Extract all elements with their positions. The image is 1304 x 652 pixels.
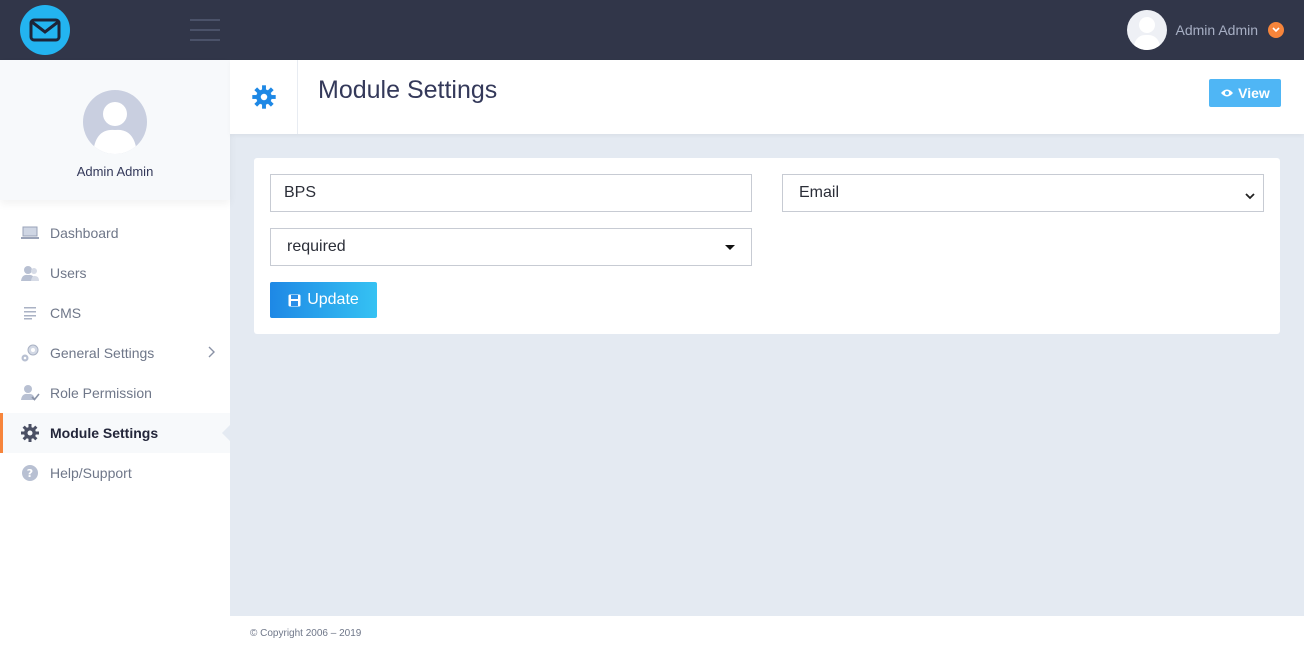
chevron-down-icon[interactable] [1268,22,1284,38]
svg-text:?: ? [27,467,33,480]
required-select-value: required [287,238,346,255]
question-icon: ? [20,463,40,483]
eye-icon [1221,89,1234,97]
gear-icon [230,60,298,134]
type-select-value: Email [799,184,840,201]
sidebar-profile: Admin Admin [0,60,230,200]
sidebar-item-dashboard[interactable]: Dashboard [0,213,230,253]
sidebar: Admin Admin Dashboard Users CMS General … [0,60,230,652]
update-button[interactable]: Update [270,282,377,318]
view-button-label: View [1238,85,1270,101]
user-name: Admin Admin [1175,22,1258,38]
footer: © Copyright 2006 – 2019 [230,616,1304,652]
gears-icon [20,343,40,363]
save-icon [288,294,301,306]
gear-icon [20,423,40,443]
sidebar-item-cms[interactable]: CMS [0,293,230,333]
module-settings-form: BPS Email required Update [254,158,1280,334]
sidebar-item-users[interactable]: Users [0,253,230,293]
user-check-icon [20,383,40,403]
sidebar-item-label: Module Settings [50,425,159,441]
update-button-label: Update [307,291,359,308]
sidebar-menu: Dashboard Users CMS General Settings Rol… [0,213,230,493]
user-menu[interactable]: Admin Admin [1126,10,1284,50]
profile-avatar [83,90,147,154]
module-name-value: BPS [284,184,317,201]
sidebar-item-role-permission[interactable]: Role Permission [0,373,230,413]
sidebar-item-help-support[interactable]: ? Help/Support [0,453,230,493]
sidebar-item-general-settings[interactable]: General Settings [0,333,230,373]
chevron-down-icon [1245,188,1255,206]
top-navbar: Admin Admin [0,0,1304,60]
sidebar-item-label: Users [50,265,87,281]
sidebar-item-label: Help/Support [50,465,132,481]
page-header: Module Settings View [230,60,1304,134]
sidebar-item-label: CMS [50,305,82,321]
profile-name: Admin Admin [76,164,154,179]
view-button[interactable]: View [1209,79,1281,107]
copyright-text: © Copyright 2006 – 2019 [250,628,362,639]
chevron-right-icon [207,345,215,361]
avatar [1126,10,1167,50]
envelope-icon [29,18,61,42]
caret-down-icon [725,245,735,250]
laptop-icon [20,223,40,243]
user-silhouette-icon [93,102,137,154]
app-logo[interactable] [20,5,70,55]
sidebar-item-module-settings[interactable]: Module Settings [0,413,230,453]
sidebar-item-label: Role Permission [50,385,152,401]
page-title: Module Settings [318,76,498,104]
text-lines-icon [20,303,40,323]
required-select[interactable]: required [270,228,752,266]
sidebar-item-label: Dashboard [50,225,119,241]
users-icon [20,263,40,283]
hamburger-icon [190,19,220,21]
module-name-field[interactable]: BPS [270,174,752,212]
menu-toggle-button[interactable] [190,19,220,41]
type-select[interactable]: Email [782,174,1264,212]
user-silhouette-icon [1132,17,1161,50]
sidebar-item-label: General Settings [50,345,155,361]
